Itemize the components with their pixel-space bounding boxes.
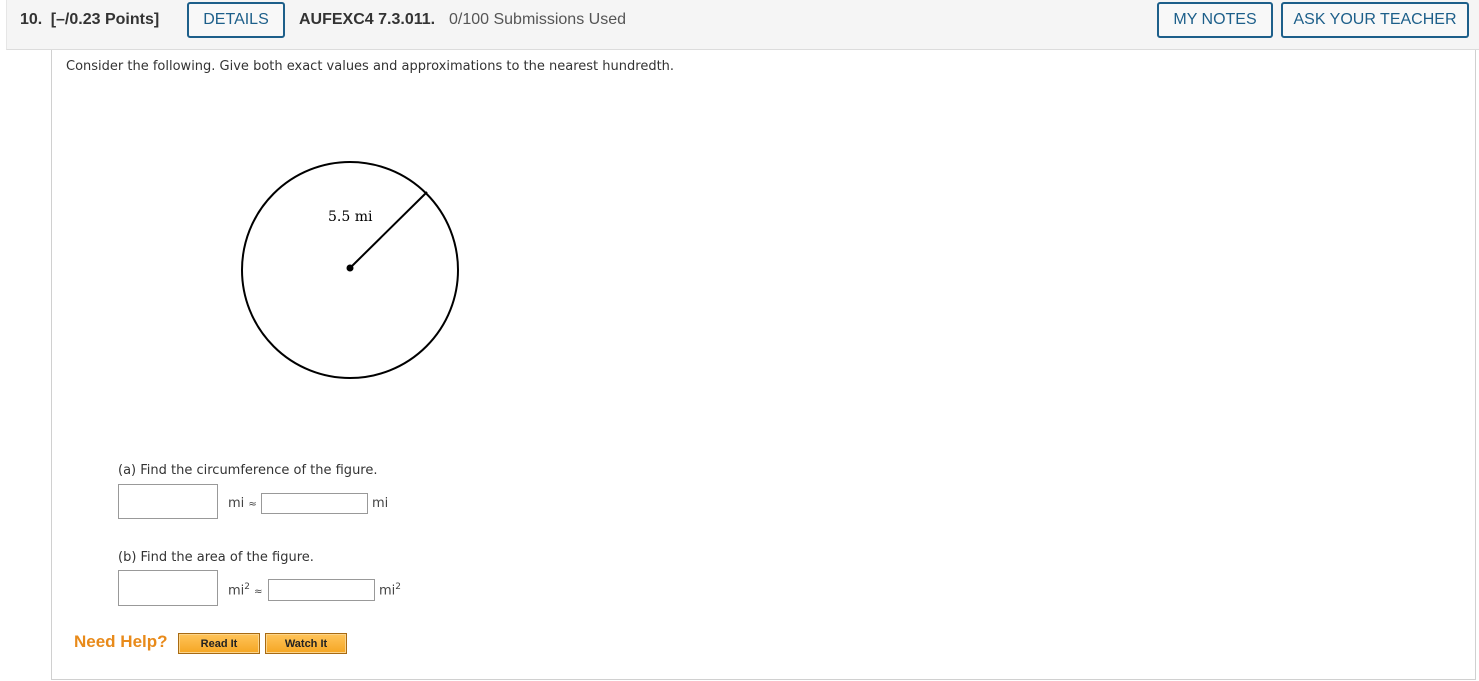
approx-symbol: ≈: [254, 586, 263, 598]
circumference-approx-unit: mi: [372, 496, 389, 511]
circumference-exact-unit: mi ≈: [228, 496, 257, 511]
details-button[interactable]: DETAILS: [187, 2, 285, 38]
part-a-label: (a) Find the circumference of the figure…: [118, 463, 378, 478]
area-exact-input[interactable]: [118, 570, 218, 606]
instructions: Consider the following. Give both exact …: [66, 59, 675, 74]
question-number-points: 10. [–/0.23 Points]: [20, 11, 159, 29]
points: [–/0.23 Points]: [50, 11, 160, 28]
radius-line: [349, 191, 428, 269]
area-approx-input[interactable]: [268, 579, 375, 601]
part-b-label: (b) Find the area of the figure.: [118, 550, 314, 565]
problem-code: AUFEXC4 7.3.011.: [299, 11, 436, 28]
radius-label: 5.5 mi: [328, 209, 373, 225]
read-it-button[interactable]: Read It: [178, 633, 260, 654]
circumference-exact-input[interactable]: [118, 484, 218, 519]
circumference-approx-input[interactable]: [261, 493, 368, 514]
approx-symbol: ≈: [248, 499, 257, 510]
submissions-used: 0/100 Submissions Used: [449, 11, 626, 28]
ask-your-teacher-button[interactable]: ASK YOUR TEACHER: [1281, 2, 1469, 38]
my-notes-button[interactable]: MY NOTES: [1157, 2, 1273, 38]
center-point: [346, 264, 354, 272]
question-number: 10.: [20, 11, 43, 28]
need-help-label: Need Help?: [74, 632, 168, 651]
circle-figure: 5.5 mi: [241, 161, 459, 379]
watch-it-button[interactable]: Watch It: [265, 633, 347, 654]
area-exact-unit: mi2 ≈: [228, 582, 263, 599]
area-approx-unit: mi2: [379, 582, 402, 599]
